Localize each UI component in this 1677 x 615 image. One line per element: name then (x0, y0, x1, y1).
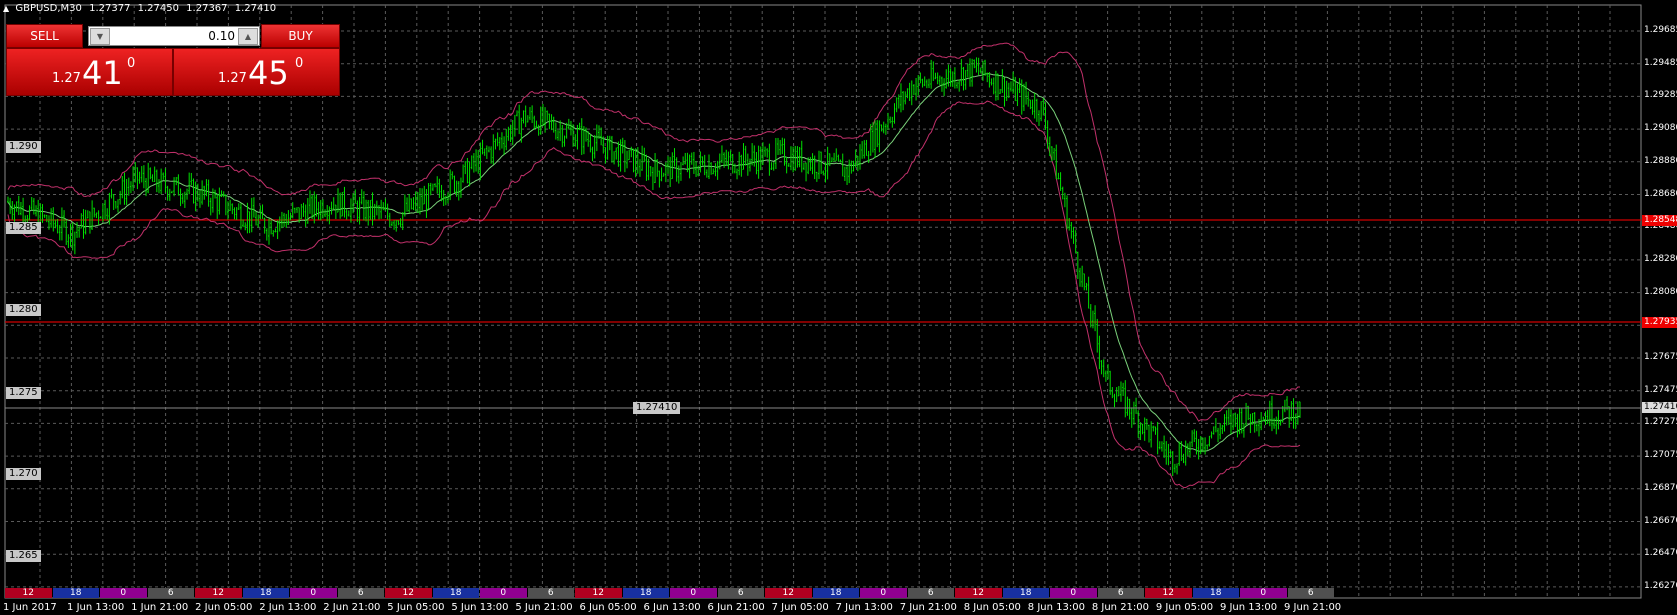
bid-price-button[interactable]: 1.27 41 0 (6, 48, 173, 96)
time-axis-label: 1 Jun 2017 (3, 602, 57, 613)
price-axis-label: 1.27475 (1644, 384, 1677, 395)
time-axis-label: 9 Jun 21:00 (1284, 602, 1342, 613)
time-axis-label: 6 Jun 21:00 (707, 602, 765, 613)
session-cell: 0 (670, 588, 717, 598)
lot-size-value[interactable]: 0.10 (208, 27, 235, 45)
collapse-arrow-icon[interactable]: ▲ (3, 4, 9, 13)
session-cell: 0 (290, 588, 337, 598)
session-cell: 6 (1287, 588, 1334, 598)
price-axis-label: 1.28880 (1644, 155, 1677, 166)
session-cell: 6 (147, 588, 194, 598)
session-cell: 18 (812, 588, 859, 598)
crosshair-price-label: 1.27410 (633, 402, 681, 414)
time-axis-label: 5 Jun 21:00 (515, 602, 573, 613)
price-axis-label: 1.26670 (1644, 515, 1677, 526)
session-cell: 6 (527, 588, 574, 598)
time-axis-label: 2 Jun 13:00 (259, 602, 317, 613)
session-cell: 0 (1050, 588, 1097, 598)
ask-price-button[interactable]: 1.27 45 0 (173, 48, 340, 96)
price-axis-label: 1.28080 (1644, 286, 1677, 297)
bid-pips: 41 (82, 54, 123, 92)
time-axis-label: 5 Jun 13:00 (451, 602, 509, 613)
time-axis-label: 6 Jun 05:00 (579, 602, 637, 613)
lot-size-field[interactable]: ▼ 0.10 ▲ (88, 26, 260, 46)
level-label: 1.275 (6, 387, 41, 399)
level-label: 1.290 (6, 141, 41, 153)
open-value: 1.27377 (89, 3, 131, 14)
session-cell: 0 (1240, 588, 1287, 598)
session-cell: 6 (1097, 588, 1144, 598)
time-axis-label: 6 Jun 13:00 (643, 602, 701, 613)
session-cell: 0 (860, 588, 907, 598)
time-axis-label: 9 Jun 05:00 (1155, 602, 1214, 613)
chevron-up-icon[interactable]: ▲ (238, 28, 258, 45)
current-price-tag: 1.27410 (1642, 402, 1677, 413)
price-axis-label: 1.26870 (1644, 482, 1677, 493)
session-cell: 12 (575, 588, 622, 598)
session-cell: 18 (432, 588, 479, 598)
lower-level-tag: 1.27935 (1642, 317, 1677, 328)
low-value: 1.27367 (186, 3, 228, 14)
price-axis-label: 1.28680 (1644, 188, 1677, 199)
symbol-label: GBPUSD,M30 (15, 3, 82, 14)
session-cell: 18 (52, 588, 99, 598)
time-axis-label: 8 Jun 21:00 (1091, 602, 1150, 613)
session-cell: 12 (955, 588, 1002, 598)
session-cell: 6 (717, 588, 764, 598)
price-axis-label: 1.27075 (1644, 450, 1677, 461)
time-axis-label: 9 Jun 13:00 (1219, 602, 1278, 613)
time-axis-label: 2 Jun 05:00 (195, 602, 253, 613)
upper-level-tag: 1.28548 (1642, 215, 1677, 226)
session-cell: 18 (1002, 588, 1049, 598)
ask-fraction: 0 (295, 56, 304, 71)
time-axis-label: 1 Jun 21:00 (131, 602, 189, 613)
time-axis-label: 8 Jun 13:00 (1027, 602, 1085, 613)
time-axis-label: 7 Jun 21:00 (899, 602, 957, 613)
price-axis-label: 1.29080 (1644, 123, 1677, 134)
session-cell: 12 (1145, 588, 1192, 598)
bid-fraction: 0 (127, 56, 136, 71)
session-cell: 12 (385, 588, 432, 598)
price-axis-label: 1.29685 (1644, 25, 1677, 35)
high-value: 1.27450 (137, 3, 179, 14)
price-axis-label: 1.28280 (1644, 253, 1677, 264)
price-axis-label: 1.27675 (1644, 352, 1677, 362)
time-axis-label: 7 Jun 05:00 (771, 602, 829, 613)
session-cell: 12 (765, 588, 812, 598)
sell-button[interactable]: SELL (6, 24, 83, 48)
time-axis-label: 7 Jun 13:00 (835, 602, 893, 613)
ask-prefix: 1.27 (218, 71, 247, 86)
chevron-down-icon[interactable]: ▼ (90, 28, 110, 45)
price-axis-label: 1.29285 (1644, 90, 1677, 101)
level-label: 1.265 (6, 550, 41, 562)
session-cell: 18 (1192, 588, 1239, 598)
level-label: 1.270 (6, 468, 41, 480)
session-cell: 18 (242, 588, 289, 598)
session-cell: 0 (100, 588, 147, 598)
price-axis-label: 1.29485 (1644, 57, 1677, 68)
chart-header: ▲ GBPUSD,M30 1.27377 1.27450 1.27367 1.2… (3, 3, 280, 14)
one-click-trading-panel: SELL ▼ 0.10 ▲ BUY 1.27 41 0 1.27 45 0 (6, 24, 340, 96)
time-axis-label: 8 Jun 05:00 (963, 602, 1021, 613)
time-axis-label: 2 Jun 21:00 (323, 602, 381, 613)
session-cell: 6 (907, 588, 954, 598)
buy-button[interactable]: BUY (261, 24, 340, 48)
level-label: 1.280 (6, 304, 41, 316)
session-cell: 6 (337, 588, 384, 598)
bid-prefix: 1.27 (52, 71, 81, 86)
session-cell: 18 (622, 588, 669, 598)
time-axis-label: 5 Jun 05:00 (387, 602, 445, 613)
ask-pips: 45 (248, 54, 289, 92)
time-axis-label: 1 Jun 13:00 (67, 602, 125, 613)
price-axis-label: 1.26470 (1644, 548, 1677, 559)
price-axis-label: 1.27275 (1644, 417, 1677, 428)
session-cell: 0 (480, 588, 527, 598)
session-cell: 12 (195, 588, 242, 598)
close-value: 1.27410 (234, 3, 277, 14)
level-label: 1.285 (6, 222, 41, 234)
session-cell: 12 (5, 588, 52, 598)
price-axis-label: 1.26270 (1644, 580, 1677, 591)
